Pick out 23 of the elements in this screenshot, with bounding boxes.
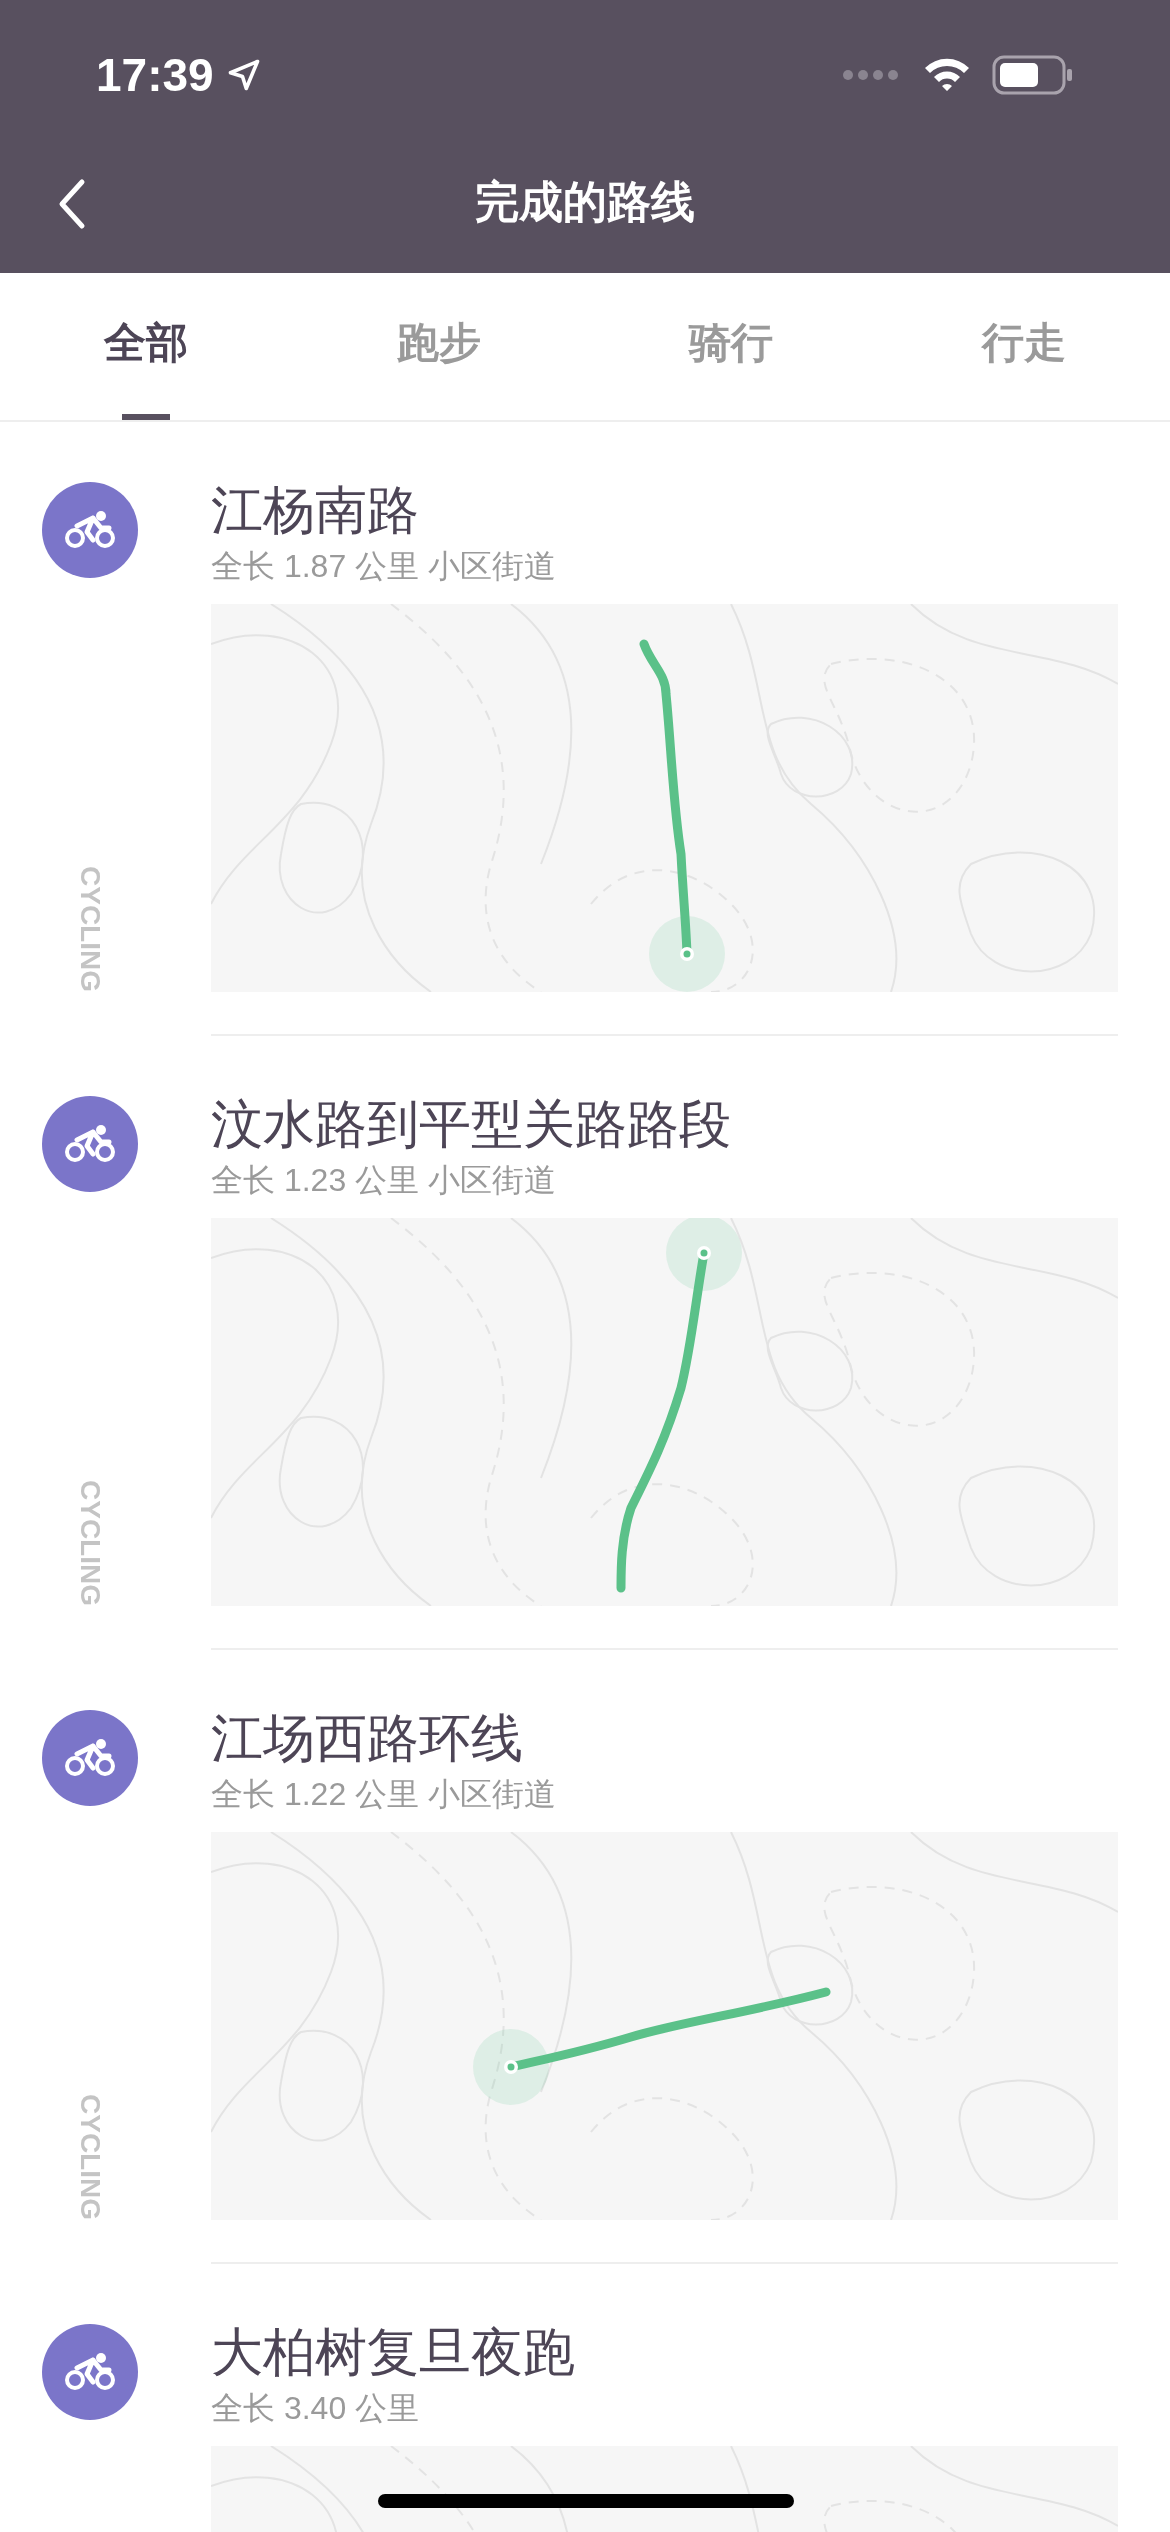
- cyclist-icon: [63, 2352, 117, 2392]
- tab[interactable]: 跑步: [292, 273, 585, 420]
- route-title: 大柏树复旦夜跑: [211, 2322, 576, 2382]
- sport-label: CYCLING: [76, 866, 104, 992]
- battery-icon: [992, 55, 1074, 95]
- cyclist-icon: [63, 1124, 117, 1164]
- cyclist-icon: [63, 1738, 117, 1778]
- route-details: 全长 3.40 公里: [211, 2389, 421, 2428]
- sport-label: CYCLING: [76, 2094, 104, 2220]
- sport-label: CYCLING: [76, 1480, 104, 1606]
- tab[interactable]: 行走: [877, 273, 1170, 420]
- route-details: 全长 1.22 公里 小区街道: [211, 1775, 557, 1814]
- route-details: 全长 1.23 公里 小区街道: [211, 1161, 557, 1200]
- route-title: 江杨南路: [211, 480, 420, 540]
- tab[interactable]: 骑行: [585, 273, 878, 420]
- route-title: 江场西路环线: [211, 1708, 524, 1768]
- cyclist-icon: [63, 510, 117, 550]
- route-details: 全长 1.87 公里 小区街道: [211, 547, 557, 586]
- route-title: 汶水路到平型关路路段: [211, 1094, 732, 1154]
- status-time: 17:39: [96, 47, 214, 103]
- tab[interactable]: 全部: [0, 273, 293, 420]
- page-title: 完成的路线: [475, 175, 695, 228]
- back-icon: [58, 178, 86, 230]
